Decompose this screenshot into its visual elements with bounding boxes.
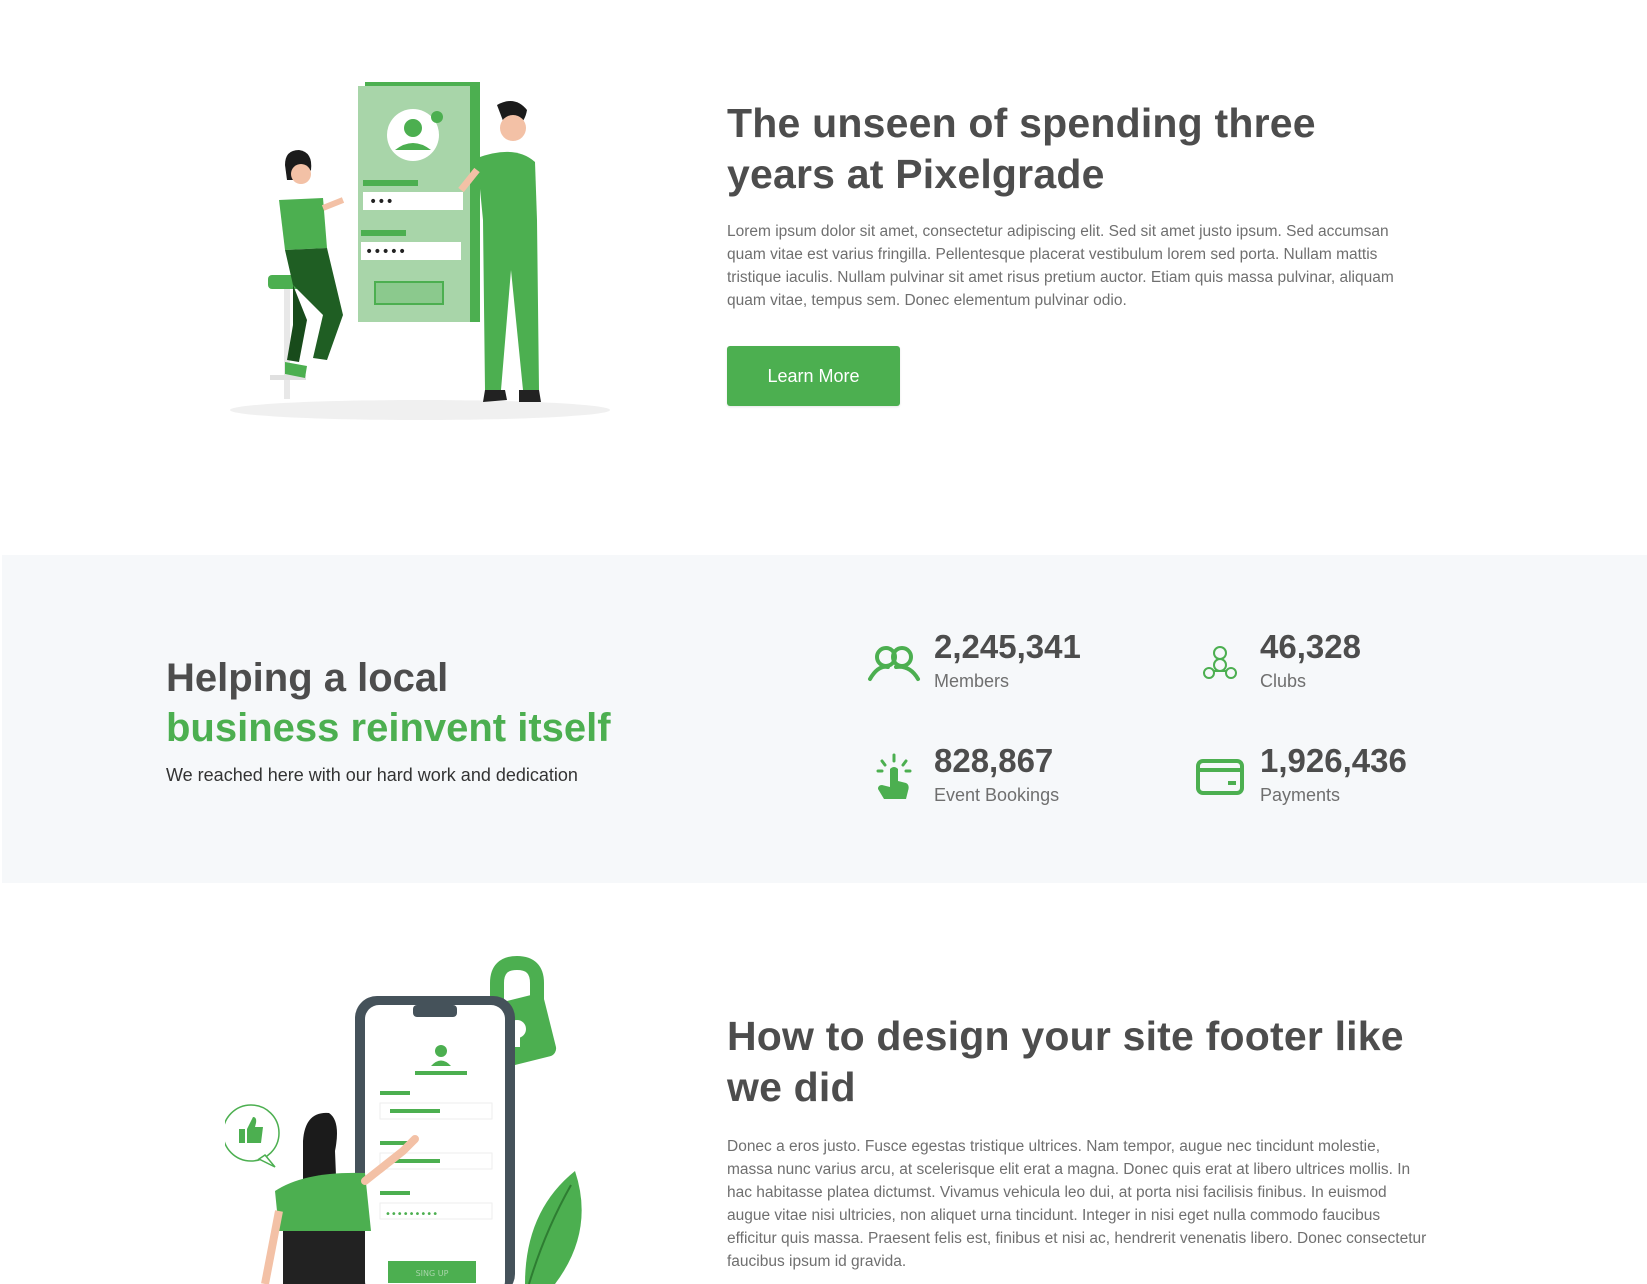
stat-clubs-label: Clubs xyxy=(1260,671,1307,691)
signup-button-label: SING UP xyxy=(416,1269,449,1278)
footer-article-title: How to design your site footer like we d… xyxy=(727,1013,1404,1110)
tap-icon xyxy=(876,753,912,799)
hero-text: The unseen of spending three years at Pi… xyxy=(727,98,1407,312)
page: ••• ••••• The unseen of spending three y… xyxy=(0,0,1647,1284)
stat-payments-label: Payments xyxy=(1260,785,1341,805)
stats-subtitle: We reached here with our hard work and d… xyxy=(166,765,578,785)
hero-section: ••• ••••• The unseen of spending three y… xyxy=(0,0,1647,555)
stats-section: Helping a local business reinvent itself… xyxy=(2,555,1647,883)
wallet-icon xyxy=(1196,759,1244,795)
clubs-icon xyxy=(1203,646,1237,679)
stat-members-value: 2,245,341 xyxy=(934,628,1081,665)
hero-body: Lorem ipsum dolor sit amet, consectetur … xyxy=(727,223,1394,309)
learn-more-button[interactable]: Learn More xyxy=(727,346,900,406)
stats-title-line2: business reinvent itself xyxy=(166,706,611,750)
signup-illustration: ••••••••• SING UP xyxy=(225,955,582,1284)
stat-members-label: Members xyxy=(934,671,1010,691)
footer-article-section: ••••••••• SING UP How to design your sit… xyxy=(0,883,1647,1284)
hero-title: The unseen of spending three years at Pi… xyxy=(727,100,1316,197)
stats-heading: Helping a local business reinvent itself… xyxy=(166,653,686,786)
stat-clubs: 46,328 Clubs xyxy=(1190,627,1361,693)
stat-members: 2,245,341 Members xyxy=(864,627,1081,693)
stat-payments: 1,926,436 Payments xyxy=(1190,741,1407,807)
stat-event-bookings: 828,867 Event Bookings xyxy=(864,741,1059,807)
stat-event-bookings-value: 828,867 xyxy=(934,742,1054,779)
footer-article-text: How to design your site footer like we d… xyxy=(727,1011,1427,1273)
members-icon xyxy=(868,646,920,681)
stat-clubs-value: 46,328 xyxy=(1260,628,1361,665)
signup-password-dots: ••••••••• xyxy=(385,1209,438,1220)
password-dots-1: ••• xyxy=(369,194,394,210)
stats-title: Helping a local business reinvent itself xyxy=(166,653,686,753)
password-dots-2: ••••• xyxy=(365,244,406,260)
stat-payments-value: 1,926,436 xyxy=(1260,742,1407,779)
login-illustration: ••• ••••• xyxy=(230,82,610,420)
stat-event-bookings-label: Event Bookings xyxy=(934,785,1060,805)
footer-article-body: Donec a eros justo. Fusce egestas tristi… xyxy=(727,1138,1427,1270)
stats-title-line1: Helping a local xyxy=(166,656,449,700)
